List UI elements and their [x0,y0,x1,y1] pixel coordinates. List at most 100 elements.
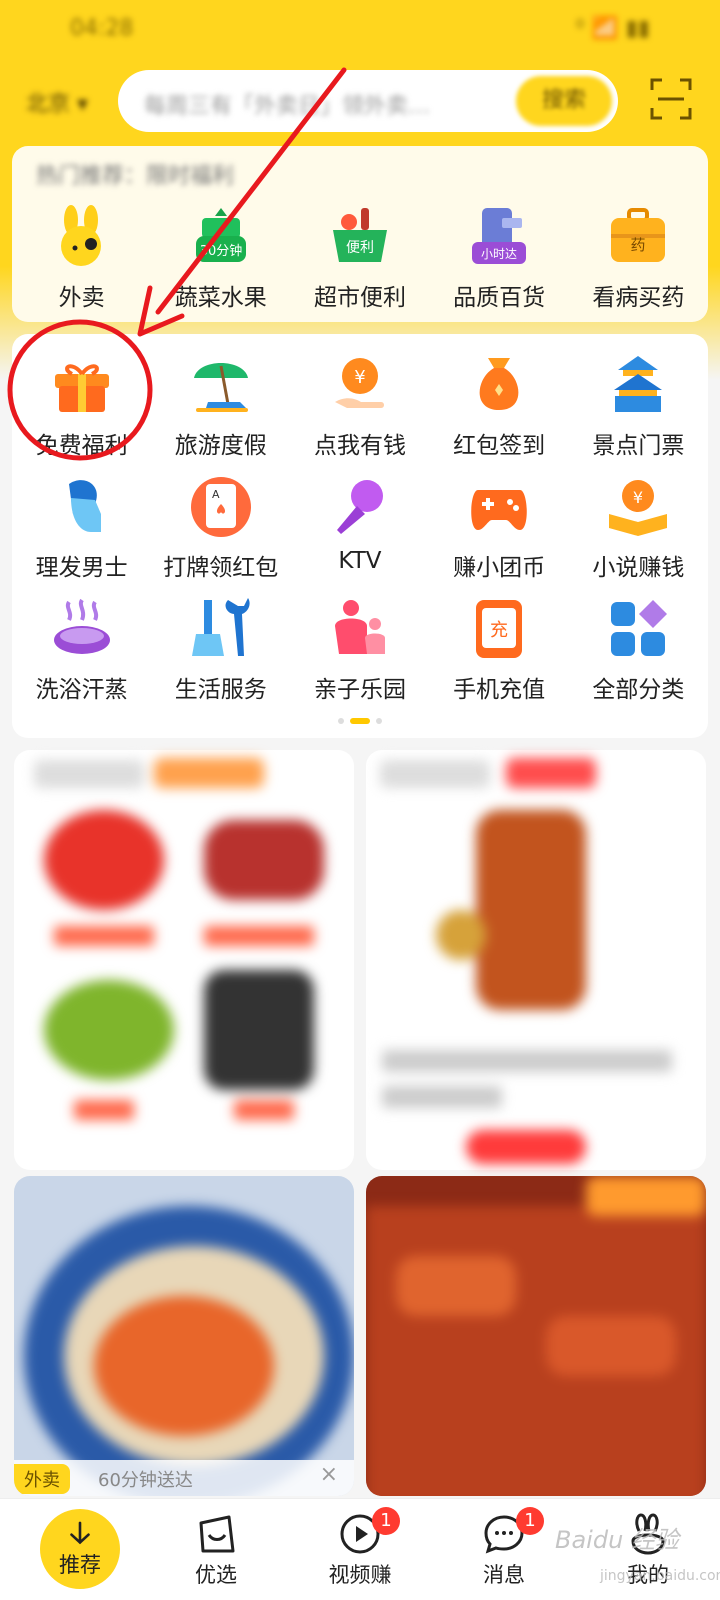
watermark-url: jingyan.baidu.com [600,1568,720,1584]
page-indicator [12,718,708,724]
bag-smile-icon [199,1515,235,1553]
card-letter: A [212,488,220,501]
sauna-icon [53,598,110,654]
barber-head-icon [68,480,101,532]
blurred-product-content [366,750,706,1170]
notification-badge: 1 [372,1507,400,1535]
coin-symbol: ¥ [633,488,643,507]
feed-card-deals[interactable] [14,750,354,1170]
nav-tab-youxuan[interactable]: 优选 [144,1499,288,1600]
notice-text: 热门推荐：限时福利 [36,164,235,189]
category-kids-park[interactable]: 亲子乐园 [290,596,429,704]
tag-medicine: 药 [631,236,646,254]
feed-card-group-buy[interactable] [366,750,706,1170]
page-dot [376,718,382,724]
category-label: 赚小团币 [453,555,546,581]
tag-30min: 30分钟 [200,243,243,259]
recharge-char: 充 [490,620,508,641]
category-travel[interactable]: 旅游度假 [151,352,290,460]
category-free-welfare[interactable]: 免费福利 [12,352,151,460]
nav-tab-recommend[interactable]: 推荐 [0,1499,144,1600]
category-earn-money[interactable]: ¥ 点我有钱 [290,352,429,460]
service-supermarket[interactable]: 便利 超市便利 [290,204,429,312]
scan-icon[interactable] [648,76,694,122]
category-label: 景点门票 [592,433,685,459]
service-label: 外卖 [58,285,105,311]
grocery-basket-icon: 便利 [332,208,387,262]
nav-label: 优选 [195,1563,237,1587]
city-selector[interactable]: 北京 ▾ [26,86,88,118]
category-label: 红包签到 [453,433,546,459]
category-all[interactable]: 全部分类 [569,596,708,704]
category-label: 免费福利 [35,433,128,459]
category-row-2: 理发男士 A 打牌领红包 KTV 赚小团币 ¥ 小说赚钱 [12,474,708,582]
nav-tab-video[interactable]: 1 视频赚 [288,1499,432,1600]
status-time: 04:28 [70,15,134,41]
page-dot [338,718,344,724]
medicine-box-icon: 药 [611,208,666,262]
category-red-packet[interactable]: 红包签到 [430,352,569,460]
service-label: 看病买药 [592,285,685,311]
category-tickets[interactable]: 景点门票 [569,352,708,460]
coin-hand-icon: ¥ [334,358,384,408]
category-label: 手机充值 [453,677,546,703]
close-icon[interactable]: × [320,1462,338,1487]
rabbit-mascot-icon [60,205,101,266]
category-row-1: 免费福利 旅游度假 ¥ 点我有钱 红包签到 景点门票 [12,352,708,460]
gamepad-icon [471,490,527,530]
primary-services-row: 外卖 30分钟 蔬菜水果 便利 超市便利 小时达 品质百货 药 看病买药 [12,204,708,312]
microphone-icon [336,480,383,534]
service-label: 品质百货 [453,285,546,311]
tools-icon [191,598,250,656]
category-label: 小说赚钱 [592,555,685,581]
category-sauna[interactable]: 洗浴汗蒸 [12,596,151,704]
search-input[interactable]: 每周三有「外卖日」领外卖… [144,88,430,120]
money-bag-icon [479,358,519,410]
status-indicators: ⁰ 📶 ▮▮ [575,15,650,41]
playing-card-icon: A [190,477,251,537]
basket-30min-icon: 30分钟 [195,208,246,262]
category-life-services[interactable]: 生活服务 [151,596,290,704]
status-bar: 04:28 ⁰ 📶 ▮▮ [0,0,720,56]
recommend-highlight: 推荐 [40,1509,120,1589]
blurred-ribs-image [366,1176,706,1496]
category-novel-earn[interactable]: ¥ 小说赚钱 [569,474,708,582]
feed-card-ribs[interactable] [366,1176,706,1496]
temple-icon [614,356,663,412]
all-categories-icon [611,600,668,656]
parent-child-icon [334,600,385,654]
category-card-game[interactable]: A 打牌领红包 [151,474,290,582]
category-team-coin[interactable]: 赚小团币 [430,474,569,582]
feed-card-noodles[interactable]: 外卖 60分钟送达 × [14,1176,354,1496]
tag-hourly: 小时达 [481,247,517,261]
category-label: 旅游度假 [174,433,267,459]
search-button[interactable]: 搜索 [516,76,612,126]
app-header: 北京 ▾ 每周三有「外卖日」领外卖… 搜索 [0,66,720,136]
category-phone-recharge[interactable]: 充 手机充值 [430,596,569,704]
service-vegetables[interactable]: 30分钟 蔬菜水果 [151,204,290,312]
category-ktv[interactable]: KTV [290,474,429,582]
primary-services-card: 热门推荐：限时福利 外卖 30分钟 蔬菜水果 便利 超市便利 小时达 品质百货 … [12,146,708,322]
category-label: 点我有钱 [313,433,406,459]
phone-hourly-icon: 小时达 [472,208,527,264]
service-goods[interactable]: 小时达 品质百货 [430,204,569,312]
service-medicine[interactable]: 药 看病买药 [569,204,708,312]
coin-symbol: ¥ [354,367,365,388]
blurred-deals-content [14,750,354,1170]
feed-tag: 外卖 [14,1464,70,1494]
nav-label: 推荐 [59,1553,101,1577]
category-barber[interactable]: 理发男士 [12,474,151,582]
beach-umbrella-icon [193,363,248,412]
search-bar[interactable]: 每周三有「外卖日」领外卖… 搜索 [118,70,618,132]
blurred-noodle-image [14,1176,354,1496]
category-label: 全部分类 [592,677,685,703]
nav-label: 消息 [483,1563,525,1587]
category-label: KTV [338,548,382,574]
feed-caption-bar: 外卖 60分钟送达 × [14,1460,354,1496]
watermark-logo: Baidu 经验 [555,1526,679,1554]
gift-icon [54,364,109,412]
nav-label: 视频赚 [328,1563,392,1587]
service-waimai[interactable]: 外卖 [12,204,151,312]
category-grid-card: 免费福利 旅游度假 ¥ 点我有钱 红包签到 景点门票 理发男士 A 打牌领红包 … [12,334,708,738]
tag-bianli: 便利 [346,240,374,256]
